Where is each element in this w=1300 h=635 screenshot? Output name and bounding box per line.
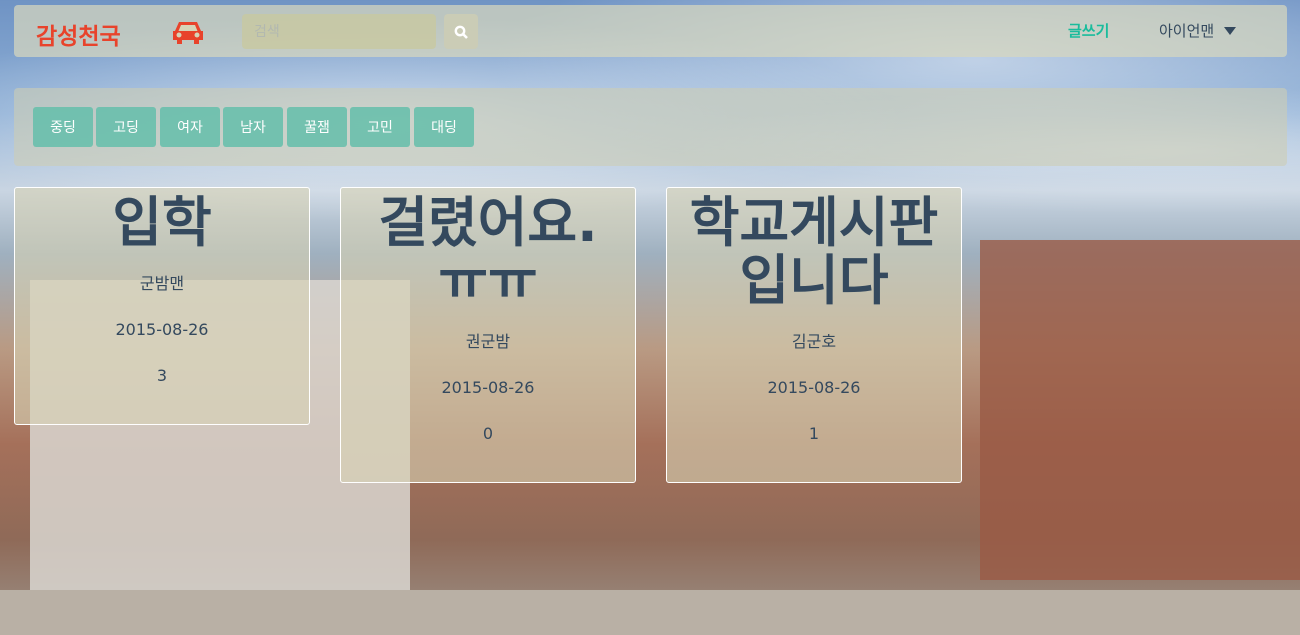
- category-button[interactable]: 꿀잼: [287, 107, 347, 147]
- category-button[interactable]: 고민: [350, 107, 410, 147]
- post-card[interactable]: 입학 군밤맨 2015-08-26 3: [14, 187, 310, 425]
- category-button[interactable]: 남자: [223, 107, 283, 147]
- search-button[interactable]: [444, 14, 478, 49]
- post-author: 김군호: [791, 332, 837, 351]
- post-author: 권군밤: [465, 332, 511, 351]
- category-button[interactable]: 여자: [160, 107, 220, 147]
- user-menu[interactable]: 아이언맨: [1159, 20, 1237, 41]
- post-date: 2015-08-26: [441, 378, 535, 397]
- post-count: 1: [808, 424, 820, 443]
- category-button[interactable]: 대딩: [414, 107, 474, 147]
- navbar: 감성천국 글쓰기 아이언맨: [14, 5, 1287, 57]
- post-count: 3: [156, 366, 168, 385]
- search-input[interactable]: [242, 14, 436, 49]
- car-icon: [173, 22, 203, 44]
- post-title: 입학: [112, 191, 212, 254]
- category-bar: 중딩 고딩 여자 남자 꿀잼 고민 대딩: [14, 88, 1287, 166]
- post-author: 군밤맨: [139, 274, 185, 293]
- write-link[interactable]: 글쓰기: [1068, 20, 1109, 41]
- post-card[interactable]: 걸렸어요.ㅠㅠ 권군밤 2015-08-26 0: [340, 187, 636, 483]
- post-count: 0: [482, 424, 494, 443]
- post-date: 2015-08-26: [115, 320, 209, 339]
- post-title: 걸렸어요.ㅠㅠ: [378, 191, 598, 312]
- category-button[interactable]: 중딩: [33, 107, 93, 147]
- search-icon: [454, 25, 468, 39]
- post-card[interactable]: 학교게시판 입니다 김군호 2015-08-26 1: [666, 187, 962, 483]
- post-date: 2015-08-26: [767, 378, 861, 397]
- post-title: 학교게시판 입니다: [689, 191, 939, 312]
- background-ground: [0, 590, 1300, 635]
- category-button[interactable]: 고딩: [96, 107, 156, 147]
- background-building: [980, 240, 1300, 580]
- user-name: 아이언맨: [1159, 22, 1215, 40]
- brand-logo[interactable]: 감성천국: [36, 17, 121, 51]
- caret-down-icon: [1224, 26, 1237, 35]
